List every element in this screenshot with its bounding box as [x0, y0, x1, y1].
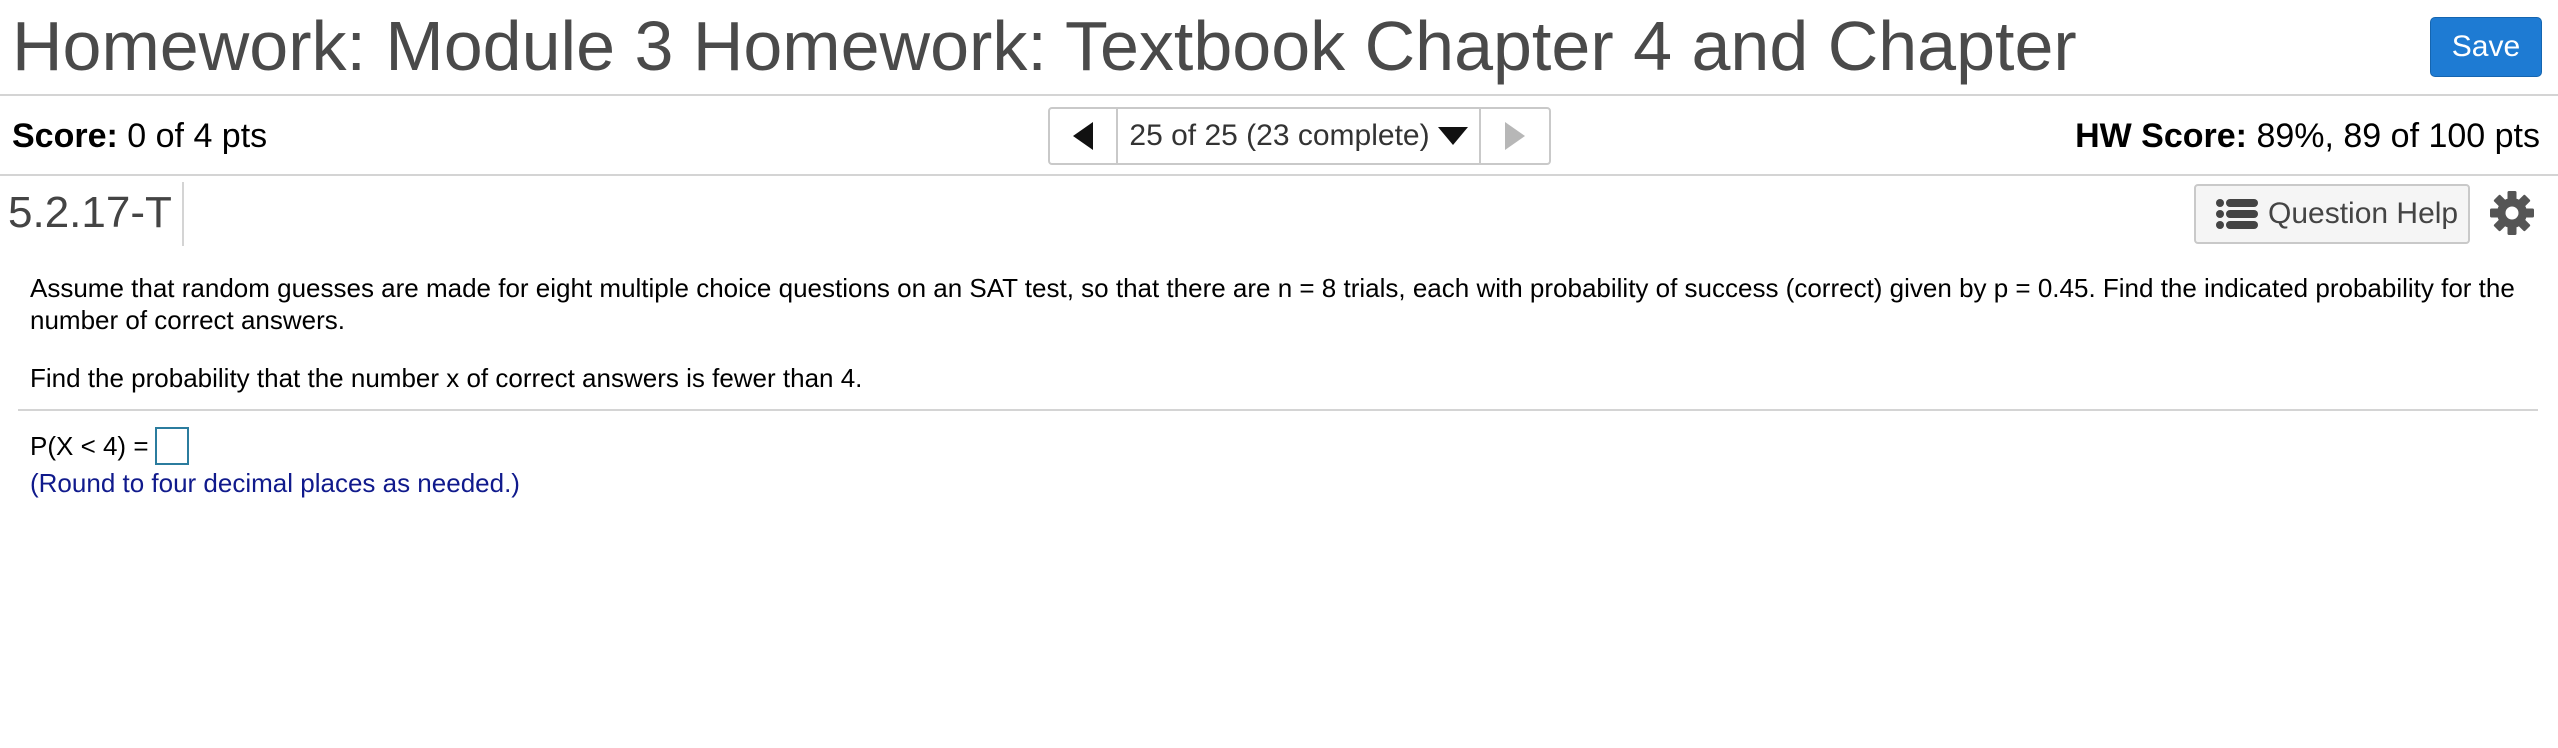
hw-score-value: 89%, 89 of 100 pts	[2256, 117, 2540, 155]
question-position: 25 of 25 (23 complete)	[1129, 119, 1430, 152]
next-question-button[interactable]	[1481, 109, 1549, 163]
question-help-label: Question Help	[2268, 197, 2459, 230]
question-navigator: 25 of 25 (23 complete)	[1048, 107, 1551, 165]
previous-question-button[interactable]	[1050, 109, 1118, 163]
list-icon	[2216, 199, 2258, 229]
title-bar: Homework: Module 3 Homework: Textbook Ch…	[0, 0, 2558, 96]
hw-score-label: HW Score:	[2075, 117, 2247, 155]
question-id: 5.2.17-T	[8, 182, 184, 246]
question-bar: 5.2.17-T Question Help	[0, 176, 2558, 252]
triangle-down-icon	[1437, 127, 1468, 145]
question-prompt: Assume that random guesses are made for …	[30, 273, 2515, 335]
page-title: Homework: Module 3 Homework: Textbook Ch…	[12, 7, 2077, 85]
triangle-right-icon	[1505, 122, 1525, 150]
question-task: Find the probability that the number x o…	[30, 363, 863, 393]
divider	[18, 409, 2538, 411]
question-help-button[interactable]: Question Help	[2194, 184, 2470, 244]
score-value: 0 of 4 pts	[127, 117, 268, 155]
triangle-left-icon	[1073, 122, 1093, 150]
score-bar: Score: 0 of 4 pts 25 of 25 (23 complete)…	[0, 96, 2558, 176]
answer-input[interactable]	[154, 427, 189, 465]
score-label: Score:	[12, 117, 118, 155]
answer-line: P(X < 4) =	[30, 426, 189, 466]
save-button[interactable]: Save	[2430, 17, 2542, 77]
question-select-dropdown[interactable]: 25 of 25 (23 complete)	[1118, 109, 1481, 163]
rounding-hint: (Round to four decimal places as needed.…	[30, 468, 520, 498]
answer-label: P(X < 4) =	[30, 431, 149, 461]
score: Score: 0 of 4 pts	[12, 116, 267, 156]
gear-icon[interactable]	[2489, 190, 2535, 236]
hw-score: HW Score: 89%, 89 of 100 pts	[2075, 116, 2540, 156]
